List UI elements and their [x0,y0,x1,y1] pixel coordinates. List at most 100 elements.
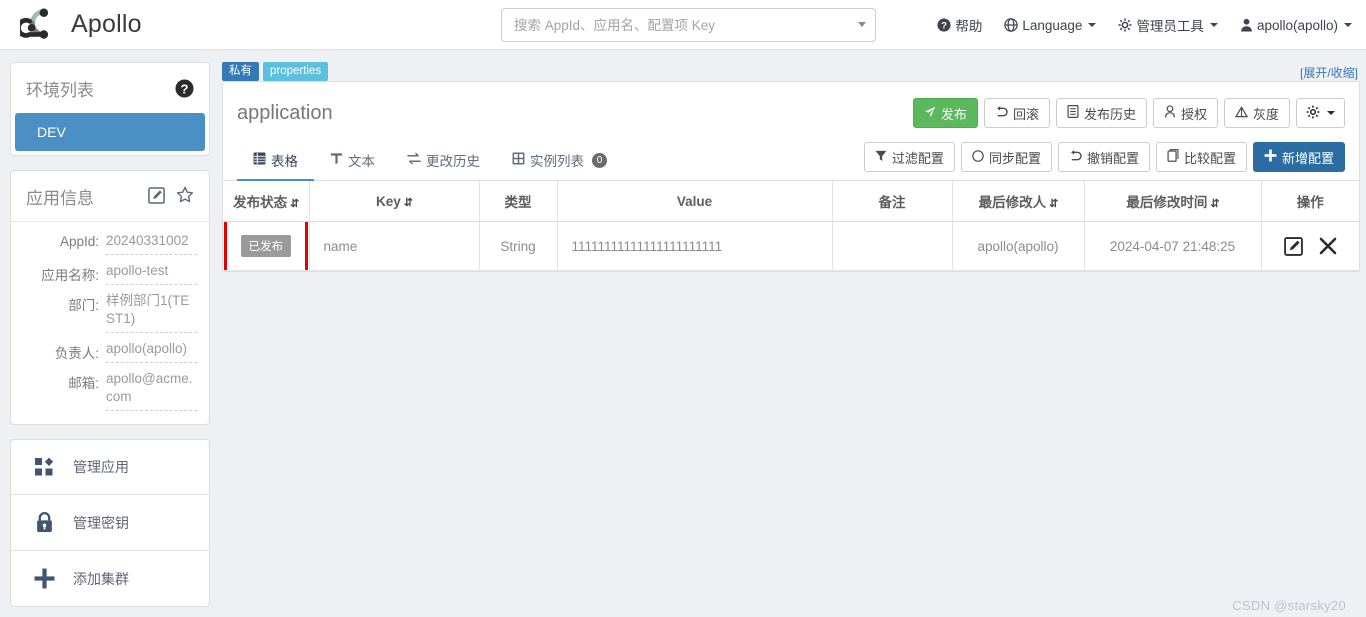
sidebar-item-manage-key[interactable]: 管理密钥 [11,495,209,551]
tag-private: 私有 [222,62,259,81]
app-info-row: 负责人: apollo(apollo) [15,340,197,363]
nav-user-menu[interactable]: apollo(apollo) [1240,18,1352,33]
svg-text:?: ? [941,21,947,32]
app-info-value: 20240331002 [106,232,197,255]
search-input[interactable] [512,17,842,34]
filter-config-button[interactable]: 过滤配置 [864,142,955,172]
gear-icon [1306,105,1320,122]
column-header-modified-time[interactable]: 最后修改时间⇵ [1084,181,1261,222]
sidebar: 环境列表 ? DEV 应用信息 [10,62,210,617]
edit-app-icon[interactable] [148,187,165,207]
brand-title: Apollo [71,10,142,39]
compare-icon [1167,149,1179,165]
sort-icon: ⇵ [1049,198,1057,210]
sidebar-item-label: 管理应用 [73,457,129,477]
app-info-label: AppId: [15,232,99,255]
revoke-config-button[interactable]: 撤销配置 [1058,142,1150,172]
tab-table[interactable]: 表格 [237,142,314,181]
revoke-config-button-label: 撤销配置 [1087,148,1139,167]
release-history-button[interactable]: 发布历史 [1056,98,1147,128]
question-circle-icon: ? [937,18,951,32]
search-box[interactable] [501,8,876,42]
environment-panel-title: 环境列表 [26,76,94,101]
gray-release-button[interactable]: 灰度 [1224,98,1290,128]
edit-icon[interactable] [1284,237,1303,256]
column-header-modified-by[interactable]: 最后修改人⇵ [952,181,1084,222]
cell-operations [1261,222,1359,271]
sync-config-button[interactable]: 同步配置 [961,142,1052,172]
compare-config-button[interactable]: 比较配置 [1156,142,1247,172]
tab-change-history-label: 更改历史 [426,150,480,170]
authorize-button-label: 授权 [1181,104,1207,123]
column-header-label: 操作 [1297,195,1324,210]
table-row: 已发布 name String 11111111111111111111111 … [223,222,1359,271]
app-info-list: AppId: 20240331002 应用名称: apollo-test 部门:… [11,221,209,424]
favorite-star-icon[interactable] [176,186,194,207]
sort-icon: ⇵ [404,197,412,209]
main-content: 私有 properties [展开/收缩] application 发布 [222,62,1360,617]
sidebar-item-label: 管理密钥 [73,513,129,533]
authorize-button[interactable]: 授权 [1153,98,1218,128]
sidebar-item-add-cluster[interactable]: 添加集群 [11,551,209,606]
app-info-panel-header: 应用信息 [11,171,209,221]
table-icon [253,152,266,168]
app-info-value: apollo(apollo) [106,340,197,363]
cell-modified-by: apollo(apollo) [952,222,1084,271]
brand-logo-link[interactable]: Apollo [20,8,142,42]
column-header-label: Key [376,194,401,209]
column-header-value: Value [557,181,832,222]
publish-button[interactable]: 发布 [913,98,978,128]
triangle-icon [1235,106,1248,121]
app-info-value: apollo-test [106,262,197,285]
nav-admin-tools-label: 管理员工具 [1136,15,1204,35]
app-info-value: apollo@acme.com [106,370,197,411]
table-header-row: 发布状态⇵ Key⇵ 类型 Value 备注 [223,181,1359,222]
nav-language-label: Language [1022,18,1082,33]
cell-type: String [479,222,557,271]
nav-help[interactable]: ? 帮助 [937,15,982,35]
cell-value: 11111111111111111111111 [557,222,832,271]
delete-icon[interactable] [1319,237,1337,255]
app-info-label: 部门: [15,292,99,333]
app-info-row: 部门: 样例部门1(TEST1) [15,292,197,333]
status-badge: 已发布 [241,235,292,257]
tab-instance-list[interactable]: 实例列表 0 [496,142,623,181]
sync-config-button-label: 同步配置 [989,148,1041,167]
column-header-release-status[interactable]: 发布状态⇵ [223,181,309,222]
cell-modified-time: 2024-04-07 21:48:25 [1084,222,1261,271]
rollback-button-label: 回滚 [1013,104,1039,123]
cell-release-status: 已发布 [223,222,309,271]
column-header-key[interactable]: Key⇵ [309,181,479,222]
namespace-card-header: application 发布 回滚 [223,82,1359,142]
publish-button-label: 发布 [941,104,967,123]
expand-collapse-link[interactable]: [展开/收缩] [1300,64,1358,81]
sidebar-item-label: 添加集群 [73,569,129,589]
instance-count-badge: 0 [592,153,607,168]
namespace-action-buttons: 发布 回滚 发布历史 [913,98,1345,128]
app-info-panel-title: 应用信息 [26,184,94,209]
instances-icon [512,152,525,168]
chevron-down-icon[interactable] [858,22,866,27]
filter-icon [875,150,887,165]
namespace-settings-button[interactable] [1296,98,1345,128]
globe-icon [1004,18,1018,32]
column-header-label: 最后修改人 [979,195,1047,210]
namespace-card: application 发布 回滚 [222,81,1360,272]
rollback-button[interactable]: 回滚 [984,98,1050,128]
plus-icon [33,568,55,589]
app-info-label: 应用名称: [15,262,99,285]
nav-admin-tools[interactable]: 管理员工具 [1118,15,1218,35]
sidebar-env-dev-label: DEV [37,124,66,140]
tab-text[interactable]: 文本 [314,142,391,181]
column-header-label: 最后修改时间 [1126,195,1207,210]
environment-help-icon[interactable]: ? [175,79,194,98]
tag-format: properties [263,62,328,81]
sidebar-item-manage-app[interactable]: 管理应用 [11,440,209,495]
tab-list: 表格 文本 更改历史 [237,142,623,180]
sidebar-env-dev[interactable]: DEV [15,113,205,151]
undo-icon [1069,150,1082,165]
column-header-label: Value [677,194,712,209]
nav-language[interactable]: Language [1004,18,1096,33]
tab-change-history[interactable]: 更改历史 [391,142,496,181]
add-config-button[interactable]: 新增配置 [1253,142,1345,172]
